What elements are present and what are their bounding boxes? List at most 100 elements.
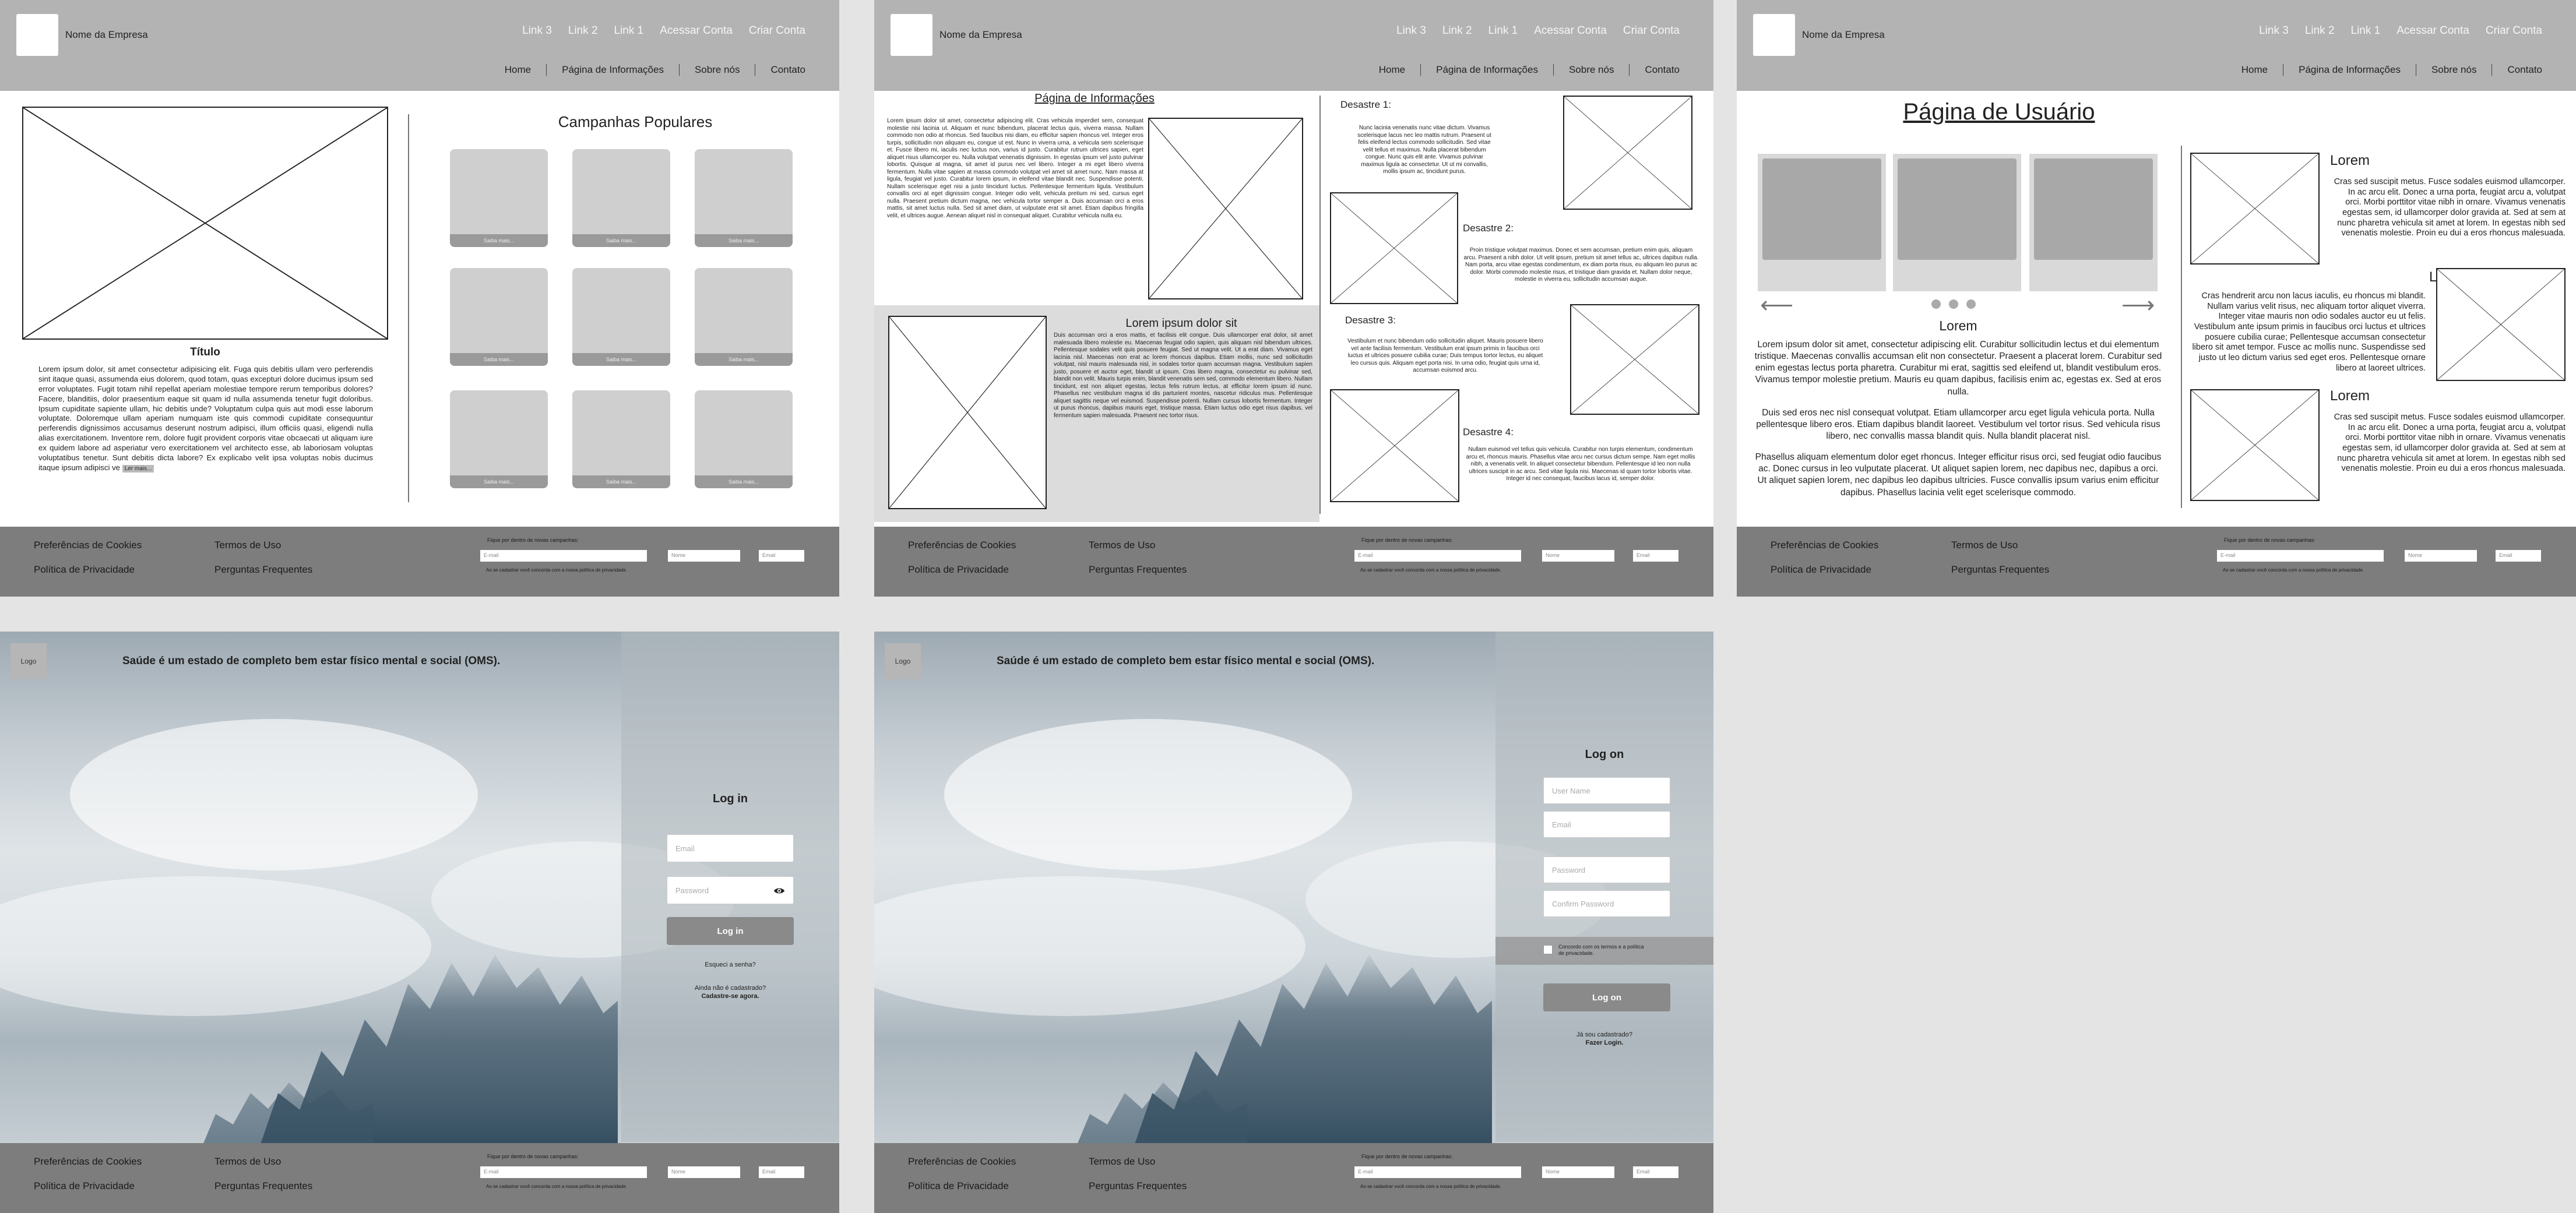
newsletter-email2-input[interactable]: Email: [759, 1166, 804, 1178]
carousel-slide[interactable]: [1893, 154, 2021, 291]
footer-faq[interactable]: Perguntas Frequentes: [214, 1180, 312, 1192]
login-button[interactable]: Log in: [667, 917, 794, 945]
newsletter-email2-input[interactable]: Email: [2496, 550, 2541, 562]
confirm-password-field[interactable]: Confirm Password: [1543, 890, 1670, 917]
card-link[interactable]: Saiba mais...: [572, 353, 670, 366]
login-link[interactable]: Acessar Conta: [2396, 24, 2469, 37]
card-link[interactable]: Saiba mais...: [572, 475, 670, 488]
signup-link[interactable]: Criar Conta: [1623, 24, 1680, 37]
card-link[interactable]: Saiba mais...: [450, 234, 548, 247]
card-link[interactable]: Saiba mais...: [695, 475, 793, 488]
card-link[interactable]: Saiba mais...: [450, 475, 548, 488]
nav-contact[interactable]: Contato: [755, 64, 805, 76]
newsletter-email-input[interactable]: E-mail: [1354, 1166, 1521, 1178]
footer-faq[interactable]: Perguntas Frequentes: [1089, 1180, 1187, 1192]
terms-checkbox[interactable]: [1543, 945, 1553, 954]
read-more-button[interactable]: Ler mais...: [122, 464, 154, 472]
forgot-password-link[interactable]: Esqueci a senha?: [621, 961, 839, 968]
nav-about[interactable]: Sobre nós: [2415, 64, 2492, 76]
footer-privacy[interactable]: Política de Privacidade: [34, 564, 135, 576]
top-link-2[interactable]: Link 2: [2305, 24, 2335, 37]
logo[interactable]: Logo: [885, 643, 921, 679]
arrow-right-icon[interactable]: ⟶: [2121, 294, 2155, 317]
footer-cookies[interactable]: Preferências de Cookies: [908, 539, 1016, 551]
company-logo[interactable]: [16, 14, 58, 56]
top-link-2[interactable]: Link 2: [1442, 24, 1472, 37]
top-link-3[interactable]: Link 3: [522, 24, 552, 37]
company-logo[interactable]: [1753, 14, 1795, 56]
campaign-card[interactable]: Saiba mais...: [695, 390, 793, 488]
campaign-card[interactable]: Saiba mais...: [450, 149, 548, 247]
signup-link[interactable]: Criar Conta: [2486, 24, 2542, 37]
newsletter-name-input[interactable]: Nome: [668, 550, 740, 562]
signup-now-link[interactable]: Cadastre-se agora.: [621, 993, 839, 1000]
top-link-2[interactable]: Link 2: [568, 24, 598, 37]
card-link[interactable]: Saiba mais...: [695, 353, 793, 366]
footer-cookies[interactable]: Preferências de Cookies: [34, 539, 142, 551]
newsletter-name-input[interactable]: Nome: [1542, 550, 1614, 562]
campaign-card[interactable]: Saiba mais...: [450, 390, 548, 488]
carousel-slide[interactable]: [1758, 154, 1886, 291]
carousel-dot[interactable]: [1966, 299, 1976, 309]
footer-faq[interactable]: Perguntas Frequentes: [1089, 564, 1187, 576]
footer-faq[interactable]: Perguntas Frequentes: [1951, 564, 2049, 576]
password-field[interactable]: Password: [667, 876, 794, 904]
newsletter-email-input[interactable]: E-mail: [480, 1166, 647, 1178]
login-link[interactable]: Acessar Conta: [1534, 24, 1607, 37]
campaign-card[interactable]: Saiba mais...: [450, 268, 548, 366]
campaign-card[interactable]: Saiba mais...: [695, 268, 793, 366]
eye-icon[interactable]: [773, 885, 785, 897]
nav-contact[interactable]: Contato: [1629, 64, 1680, 76]
signup-link[interactable]: Criar Conta: [749, 24, 805, 37]
card-link[interactable]: Saiba mais...: [450, 353, 548, 366]
nav-info[interactable]: Página de Informações: [1420, 64, 1553, 76]
top-link-3[interactable]: Link 3: [2259, 24, 2289, 37]
newsletter-email2-input[interactable]: Email: [1633, 1166, 1678, 1178]
newsletter-email-input[interactable]: E-mail: [1354, 550, 1521, 562]
nav-info[interactable]: Página de Informações: [2283, 64, 2416, 76]
nav-about[interactable]: Sobre nós: [678, 64, 755, 76]
campaign-card[interactable]: Saiba mais...: [572, 268, 670, 366]
footer-privacy[interactable]: Política de Privacidade: [908, 564, 1009, 576]
newsletter-email2-input[interactable]: Email: [1633, 550, 1678, 562]
card-link[interactable]: Saiba mais...: [572, 234, 670, 247]
login-now-link[interactable]: Fazer Login.: [1495, 1039, 1713, 1046]
carousel-slide[interactable]: [2029, 154, 2158, 291]
top-link-3[interactable]: Link 3: [1396, 24, 1426, 37]
email-field[interactable]: Email: [1543, 811, 1670, 838]
footer-privacy[interactable]: Política de Privacidade: [34, 1180, 135, 1192]
newsletter-name-input[interactable]: Nome: [1542, 1166, 1614, 1178]
company-logo[interactable]: [891, 14, 932, 56]
newsletter-email2-input[interactable]: Email: [759, 550, 804, 562]
newsletter-email-input[interactable]: E-mail: [480, 550, 647, 562]
username-field[interactable]: User Name: [1543, 777, 1670, 804]
campaign-card[interactable]: Saiba mais...: [695, 149, 793, 247]
newsletter-name-input[interactable]: Nome: [2405, 550, 2477, 562]
top-link-1[interactable]: Link 1: [1488, 24, 1518, 37]
campaign-card[interactable]: Saiba mais...: [572, 390, 670, 488]
nav-home[interactable]: Home: [490, 64, 546, 76]
carousel-dot[interactable]: [1949, 299, 1958, 309]
campaign-card[interactable]: Saiba mais...: [572, 149, 670, 247]
footer-privacy[interactable]: Política de Privacidade: [908, 1180, 1009, 1192]
arrow-left-icon[interactable]: ⟵: [1760, 294, 1793, 317]
carousel-dot[interactable]: [1931, 299, 1941, 309]
top-link-1[interactable]: Link 1: [614, 24, 644, 37]
nav-info[interactable]: Página de Informações: [546, 64, 679, 76]
logo[interactable]: Logo: [10, 643, 47, 679]
footer-terms[interactable]: Termos de Uso: [1951, 539, 2018, 551]
footer-terms[interactable]: Termos de Uso: [214, 1156, 281, 1168]
footer-terms[interactable]: Termos de Uso: [1089, 1156, 1155, 1168]
footer-terms[interactable]: Termos de Uso: [214, 539, 281, 551]
password-field[interactable]: Password: [1543, 856, 1670, 883]
footer-privacy[interactable]: Política de Privacidade: [1771, 564, 1871, 576]
footer-faq[interactable]: Perguntas Frequentes: [214, 564, 312, 576]
footer-cookies[interactable]: Preferências de Cookies: [1771, 539, 1878, 551]
newsletter-email-input[interactable]: E-mail: [2217, 550, 2384, 562]
newsletter-name-input[interactable]: Nome: [668, 1166, 740, 1178]
nav-home[interactable]: Home: [2226, 64, 2283, 76]
nav-about[interactable]: Sobre nós: [1553, 64, 1630, 76]
top-link-1[interactable]: Link 1: [2351, 24, 2381, 37]
nav-home[interactable]: Home: [1364, 64, 1420, 76]
login-link[interactable]: Acessar Conta: [660, 24, 733, 37]
